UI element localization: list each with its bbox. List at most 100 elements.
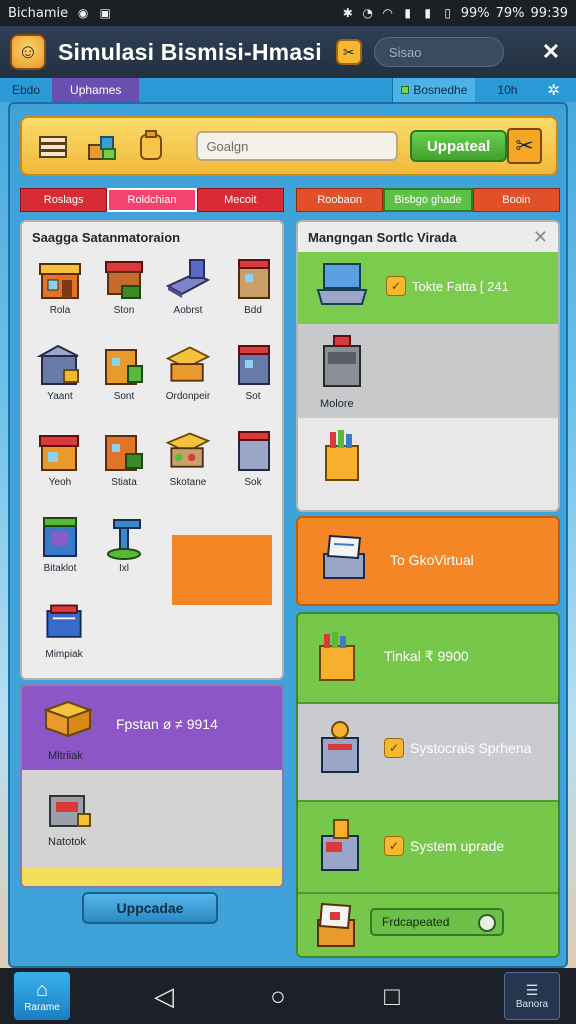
catalog-item[interactable]: Skotane	[156, 427, 220, 488]
stack-icon[interactable]	[36, 128, 71, 164]
right-tab-row: Roobaon Bisbgo ghade Booin	[296, 188, 560, 212]
laptop-row-text: Tokte Fatta [ 241	[412, 278, 509, 294]
update-button[interactable]: Uppcadae	[82, 892, 218, 924]
catalog-item[interactable]: Ordonpeir	[156, 341, 220, 402]
crane-icon	[100, 513, 148, 561]
catalog-item[interactable]: Bitaklot	[28, 513, 92, 574]
catalog-item[interactable]: Aobrst	[156, 255, 220, 316]
laptop-row[interactable]: ✓ Tokte Fatta [ 241	[298, 252, 558, 324]
menu-button[interactable]: ☰ Banora	[504, 972, 560, 1020]
close-icon[interactable]: ✕	[536, 39, 566, 65]
grey-row-label: Natotok	[48, 836, 86, 848]
catalog-item[interactable]: Yeoh	[28, 427, 92, 488]
machine-icon	[314, 816, 366, 881]
green-dot-icon	[401, 86, 410, 94]
status-bar: Bichamie ◉ ▣ ✱ ◔ ◠ ▮ ▮ ▯ 99% 79% 99:39	[0, 0, 576, 26]
notification-icon-2: ▣	[99, 6, 111, 20]
feature-row: Frdcapeated	[298, 894, 558, 956]
subtab-bosnedhe-label: Bosnedhe	[413, 83, 468, 97]
right-panel-title: Mangngan Sortlc Virada	[308, 229, 457, 245]
right-manage-panel: Mangngan Sortlc Virada ✕ ✓ Tokte Fatta […	[296, 220, 560, 512]
right-panel-header: Mangngan Sortlc Virada ✕	[298, 222, 558, 252]
check-badge-icon: ✓	[386, 276, 406, 296]
subtab-uphames[interactable]: Uphames	[52, 78, 140, 102]
catalog-item-label: Sot	[245, 391, 261, 402]
tools-badge-icon[interactable]: ✂	[335, 39, 362, 65]
back-icon[interactable]: ◁	[134, 981, 194, 1012]
basket-row[interactable]	[298, 418, 558, 510]
catalog-item-label: Ston	[113, 305, 135, 316]
toolbar-search-input[interactable]: Goalgn	[196, 131, 399, 161]
catalog-grid: Rola Ston Aobrst Bdd Yaant Sont Ordonpei…	[22, 249, 282, 660]
recents-icon[interactable]: □	[362, 981, 422, 1012]
battery-text-b: 79%	[495, 5, 525, 21]
catalog-item-label: Yeoh	[48, 477, 72, 488]
inventory-row[interactable]: Tinkal ₹ 9900	[298, 614, 558, 704]
orange-placeholder-tile[interactable]	[172, 535, 272, 605]
left-tab-roslags[interactable]: Roslags	[20, 188, 108, 212]
upgrade-button[interactable]: Uppateal	[410, 130, 508, 162]
virtual-card[interactable]: To GkoVirtual	[296, 516, 560, 606]
home-circle-icon[interactable]: ○	[248, 981, 308, 1012]
notification-icon: ◉	[77, 6, 89, 20]
cart-icon	[40, 599, 88, 647]
register-row[interactable]: Molore	[298, 324, 558, 418]
subtab-10h[interactable]: 10h	[475, 78, 539, 102]
tools-icon[interactable]: ✂	[507, 128, 542, 164]
catalog-item-label: Rola	[49, 305, 71, 316]
home-label: Rarame	[24, 1002, 60, 1013]
menu-icon: ☰	[525, 982, 539, 998]
catalog-item[interactable]: Yaant	[28, 341, 92, 402]
catalog-item[interactable]: Bdd	[228, 255, 278, 316]
catalog-item[interactable]: Rola	[28, 255, 92, 316]
shop-icon	[36, 255, 84, 303]
left-tab-mecoit[interactable]: Mecoit	[196, 188, 284, 212]
signal-icon: ▮	[404, 6, 412, 20]
app-logo-icon[interactable]: ☺	[10, 34, 46, 70]
status-app-name: Bichamie	[8, 5, 69, 21]
stall-icon	[164, 341, 212, 389]
catalog-item[interactable]: Stiata	[92, 427, 156, 488]
catalog-item[interactable]: Ston	[92, 255, 156, 316]
close-icon[interactable]: ✕	[533, 227, 548, 248]
catalog-item[interactable]: Sot	[228, 341, 278, 402]
system-upgrade-row[interactable]: ✓ System uprade	[298, 800, 558, 894]
purple-row-label: Mltriiak	[48, 750, 83, 762]
register-row-label: Molore	[320, 398, 354, 410]
catalog-item-label: Yaant	[47, 391, 73, 402]
right-tab-booin[interactable]: Booin	[472, 188, 560, 212]
catalog-item-label: Ixl	[119, 563, 129, 574]
building-icon	[229, 341, 277, 389]
virtual-card-text: To GkoVirtual	[390, 552, 474, 568]
system-row[interactable]: ✓ Systocrais Sprhena	[298, 704, 558, 800]
menu-label: Banora	[515, 999, 549, 1010]
status-time: 99:39	[530, 5, 568, 21]
settings-icon[interactable]: ✲	[539, 81, 576, 99]
system-row-text: Systocrais Sprhena	[410, 740, 532, 756]
feature-toggle-button[interactable]: Frdcapeated	[370, 908, 504, 936]
check-badge-icon: ✓	[384, 738, 404, 758]
catalog-item[interactable]: Mimpiak	[32, 599, 96, 660]
catalog-item[interactable]: Sok	[228, 427, 278, 488]
right-tab-roobaon[interactable]: Roobaon	[296, 188, 384, 212]
check-badge-icon: ✓	[384, 836, 404, 856]
bluetooth-icon: ✱	[342, 6, 353, 20]
subtab-ebdo[interactable]: Ebdo	[0, 78, 52, 102]
catalog-item[interactable]: Ixl	[92, 513, 156, 574]
purple-row[interactable]: Fpstan ø ≠ 9914 Mltriiak	[22, 686, 282, 770]
catalog-item[interactable]: Sont	[92, 341, 156, 402]
basket-icon	[314, 426, 370, 491]
jar-icon[interactable]	[134, 128, 169, 164]
boxes-icon[interactable]	[85, 128, 120, 164]
catalog-panel: Saagga Satanmatoraion Rola Ston Aobrst B…	[20, 220, 284, 680]
header-search-input[interactable]: Sisao	[373, 37, 504, 67]
tower-icon	[36, 513, 84, 561]
store-icon	[100, 341, 148, 389]
right-tab-bisbgo[interactable]: Bisbgo ghade	[383, 188, 473, 212]
left-tab-roldchian[interactable]: Roldchian	[107, 188, 197, 212]
subtab-bosnedhe[interactable]: Bosnedhe	[392, 78, 476, 102]
grey-row[interactable]: Natotok	[22, 770, 282, 868]
store-icon	[100, 427, 148, 475]
home-button[interactable]: ⌂ Rarame	[14, 972, 70, 1020]
purple-row-text: Fpstan ø ≠ 9914	[116, 716, 218, 732]
